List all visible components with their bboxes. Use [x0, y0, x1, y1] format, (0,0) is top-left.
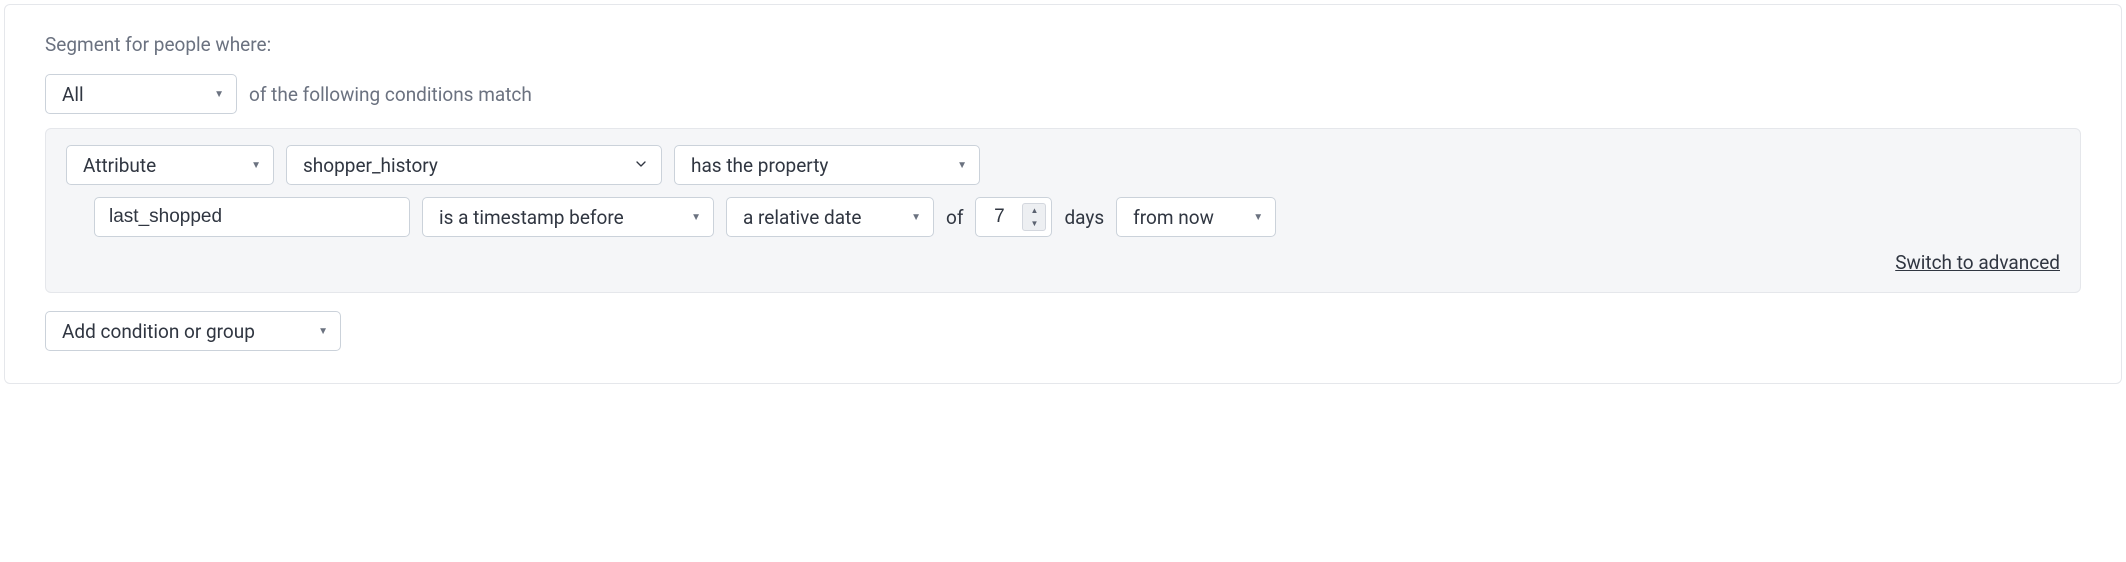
relative-to-label: from now: [1133, 206, 1214, 229]
caret-down-icon: ▼: [214, 89, 224, 100]
condition-type-select[interactable]: Attribute ▼: [66, 145, 274, 185]
caret-down-icon: ▼: [911, 212, 921, 223]
match-row: All ▼ of the following conditions match: [45, 74, 2081, 114]
caret-down-icon: ▼: [318, 326, 328, 337]
amount-stepper[interactable]: ▲ ▼: [1022, 203, 1046, 231]
segment-heading: Segment for people where:: [45, 33, 2081, 56]
timestamp-operator-label: is a timestamp before: [439, 206, 624, 229]
match-quantifier-label: All: [62, 83, 84, 106]
attribute-name-select[interactable]: shopper_history: [286, 145, 662, 185]
caret-down-icon: ▼: [691, 212, 701, 223]
stepper-down-icon[interactable]: ▼: [1023, 217, 1045, 230]
match-quantifier-select[interactable]: All ▼: [45, 74, 237, 114]
caret-down-icon: ▼: [1253, 212, 1263, 223]
caret-down-icon: ▼: [251, 160, 261, 171]
chevron-down-icon: [633, 154, 649, 177]
conditions-group: Attribute ▼ shopper_history has the prop…: [45, 128, 2081, 293]
timestamp-operator-select[interactable]: is a timestamp before ▼: [422, 197, 714, 237]
property-operator-select[interactable]: has the property ▼: [674, 145, 980, 185]
condition-row-2: is a timestamp before ▼ a relative date …: [66, 197, 2060, 237]
property-name-input[interactable]: [94, 197, 410, 237]
add-condition-label: Add condition or group: [62, 320, 255, 343]
conditions-footer: Switch to advanced: [66, 251, 2060, 274]
match-suffix-text: of the following conditions match: [249, 83, 532, 106]
amount-input-wrap: ▲ ▼: [975, 197, 1052, 237]
unit-label: days: [1064, 206, 1104, 229]
date-mode-label: a relative date: [743, 206, 861, 229]
property-operator-label: has the property: [691, 154, 828, 177]
condition-row-1: Attribute ▼ shopper_history has the prop…: [66, 145, 2060, 185]
stepper-up-icon[interactable]: ▲: [1023, 204, 1045, 217]
add-row: Add condition or group ▼: [45, 311, 2081, 351]
of-label: of: [946, 206, 963, 229]
relative-to-select[interactable]: from now ▼: [1116, 197, 1276, 237]
add-condition-button[interactable]: Add condition or group ▼: [45, 311, 341, 351]
switch-to-advanced-link[interactable]: Switch to advanced: [1895, 251, 2060, 274]
attribute-name-label: shopper_history: [303, 154, 438, 177]
segment-builder: Segment for people where: All ▼ of the f…: [4, 4, 2122, 384]
date-mode-select[interactable]: a relative date ▼: [726, 197, 934, 237]
amount-input[interactable]: [976, 198, 1022, 236]
condition-type-label: Attribute: [83, 154, 156, 177]
caret-down-icon: ▼: [957, 160, 967, 171]
